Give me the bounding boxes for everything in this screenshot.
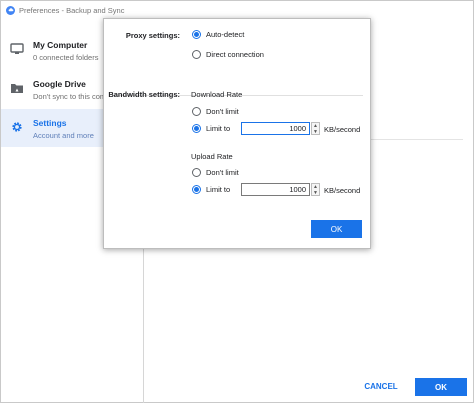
sidebar-item-label: My Computer (33, 40, 88, 50)
upload-rate-heading: Upload Rate (191, 152, 233, 161)
download-dont-limit-option[interactable]: Don't limit (192, 107, 239, 116)
download-unit-label: KB/second (324, 125, 361, 134)
upload-dont-limit-option[interactable]: Don't limit (192, 168, 239, 177)
radio-button[interactable] (192, 30, 201, 39)
download-limit-to-option[interactable]: Limit to (192, 124, 230, 133)
upload-limit-input[interactable] (241, 183, 310, 196)
sidebar-item-sublabel: Account and more (33, 131, 94, 140)
title-bar: Preferences - Backup and Sync (1, 1, 473, 19)
dialog-ok-button[interactable]: OK (311, 220, 362, 238)
sidebar-item-label: Google Drive (33, 79, 86, 89)
monitor-icon (10, 43, 24, 54)
stepper-down-icon[interactable]: ▼ (312, 190, 319, 196)
upload-unit-label: KB/second (324, 186, 361, 195)
proxy-direct-connection-option[interactable]: Direct connection (192, 50, 264, 59)
cancel-button[interactable]: CANCEL (357, 376, 405, 396)
sidebar-item-sublabel: Don't sync to this com (33, 92, 107, 101)
radio-button[interactable] (192, 124, 201, 133)
radio-label: Limit to (206, 185, 231, 194)
sidebar-item-label: Settings (33, 118, 67, 128)
radio-label: Direct connection (206, 50, 264, 59)
stepper-down-icon[interactable]: ▼ (312, 129, 319, 135)
drive-folder-icon (11, 84, 23, 93)
radio-button[interactable] (192, 107, 201, 116)
upload-limit-to-option[interactable]: Limit to (192, 185, 230, 194)
radio-label: Don't limit (206, 107, 239, 116)
bandwidth-settings-label: Bandwidth settings: (108, 90, 180, 99)
radio-label: Auto-detect (206, 30, 245, 39)
network-settings-dialog: Proxy settings: Auto-detect Direct conne… (103, 18, 371, 249)
radio-label: Don't limit (206, 168, 239, 177)
ok-button[interactable]: OK (415, 378, 467, 396)
radio-button[interactable] (192, 185, 201, 194)
download-limit-input[interactable] (241, 122, 310, 135)
window-title: Preferences - Backup and Sync (19, 5, 125, 15)
proxy-auto-detect-option[interactable]: Auto-detect (192, 30, 244, 39)
sidebar-item-sublabel: 0 connected folders (33, 53, 99, 62)
download-limit-stepper[interactable]: ▲ ▼ (311, 122, 320, 135)
gear-icon (12, 122, 22, 132)
proxy-settings-label: Proxy settings: (125, 31, 180, 40)
radio-button[interactable] (192, 50, 201, 59)
upload-limit-stepper[interactable]: ▲ ▼ (311, 183, 320, 196)
radio-label: Limit to (206, 124, 231, 133)
radio-button[interactable] (192, 168, 201, 177)
backup-sync-cloud-icon (6, 5, 15, 15)
download-rate-heading: Download Rate (191, 90, 243, 99)
